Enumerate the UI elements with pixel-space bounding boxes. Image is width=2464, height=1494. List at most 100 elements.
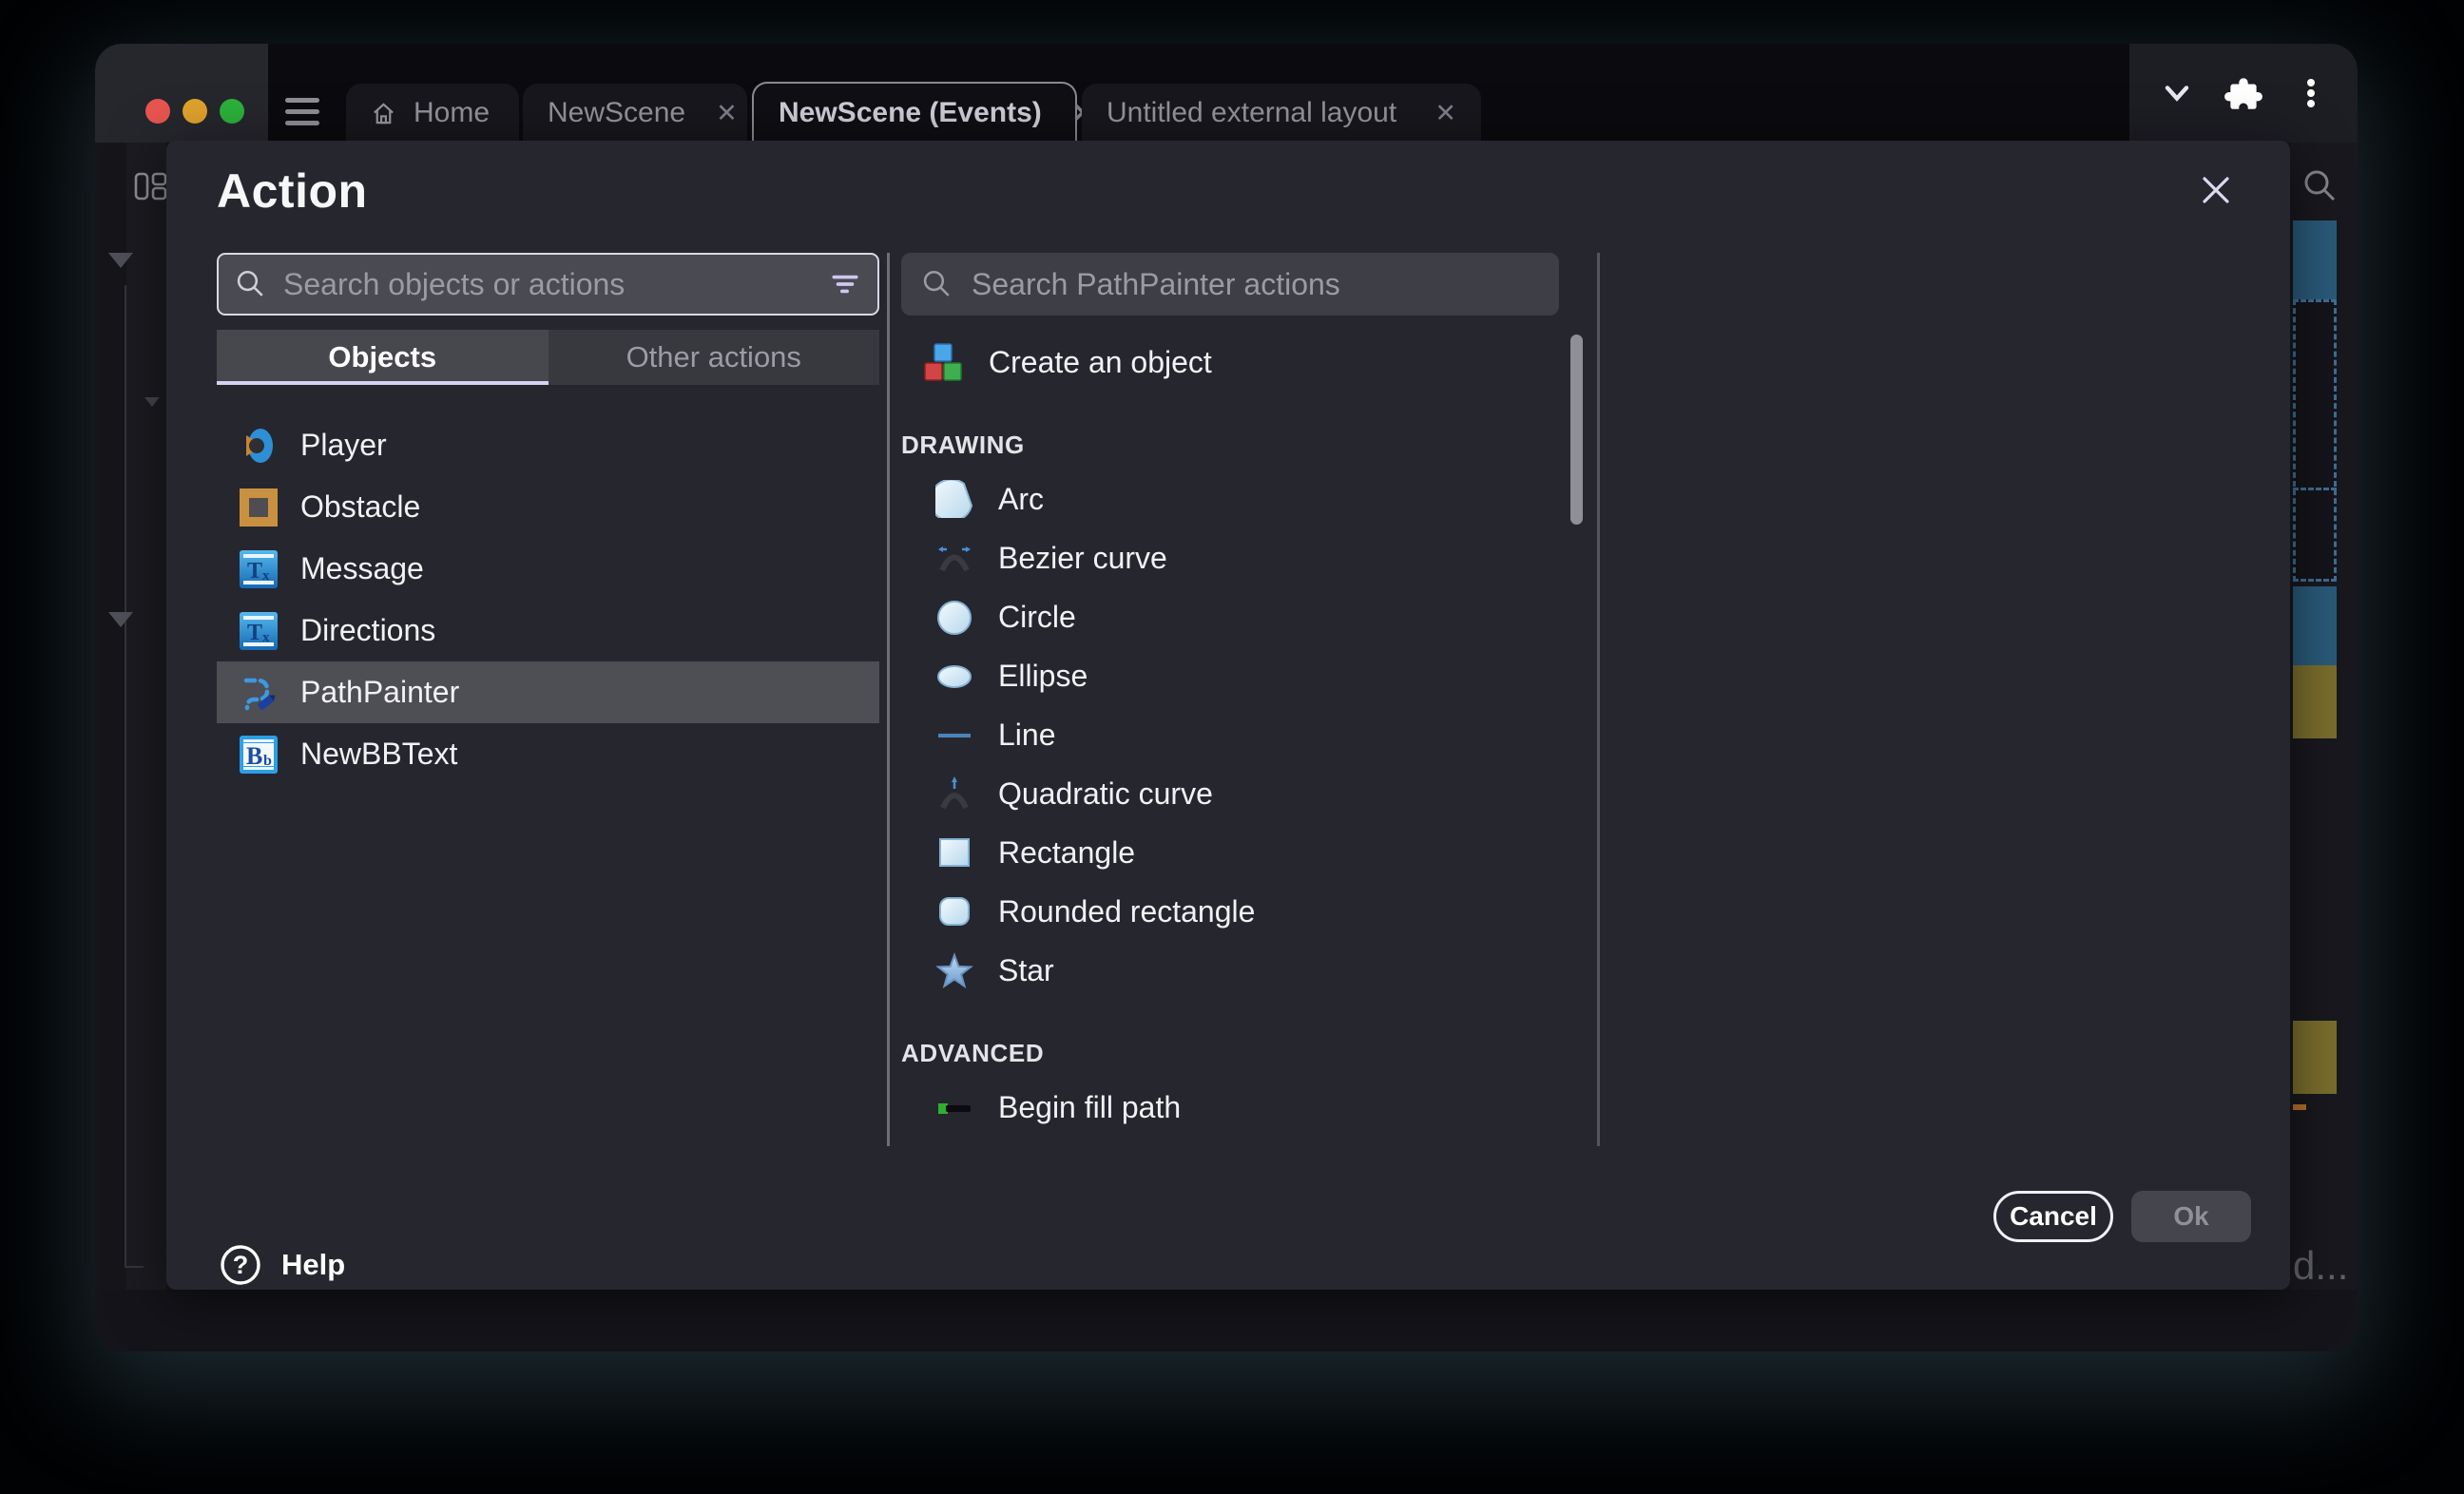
- event-tree-line-tick: [125, 1266, 144, 1268]
- filter-icon[interactable]: [830, 269, 860, 299]
- action-row-quadratic-curve[interactable]: Quadratic curve: [901, 764, 1557, 823]
- object-label: Message: [300, 551, 424, 586]
- zoom-window-button[interactable]: [220, 99, 244, 124]
- object-label: NewBBText: [300, 737, 457, 772]
- svg-text:b: b: [263, 753, 272, 769]
- kebab-menu-icon[interactable]: [2292, 74, 2330, 112]
- text-object-icon: Tx: [240, 550, 278, 588]
- action-row-star[interactable]: Star: [901, 941, 1557, 1000]
- description-divider: [1597, 253, 1600, 1146]
- action-row-begin-fill-path[interactable]: Begin fill path: [901, 1078, 1557, 1137]
- objects-search-input[interactable]: [281, 266, 815, 303]
- object-row-obstacle[interactable]: Obstacle: [217, 476, 879, 538]
- collapse-arrow-icon[interactable]: [108, 253, 133, 268]
- action-row-arc[interactable]: Arc: [901, 469, 1557, 528]
- tab-bar: Home NewScene ✕ NewScene (Events) ✕ Unti…: [95, 44, 2358, 143]
- action-label: Rectangle: [998, 835, 1135, 871]
- circle-shape-icon: [935, 598, 973, 636]
- line-shape-icon: [935, 716, 973, 754]
- help-button[interactable]: ? Help: [219, 1243, 345, 1287]
- tab-newscene[interactable]: NewScene ✕: [523, 84, 747, 143]
- extensions-puzzle-icon[interactable]: [2223, 73, 2263, 113]
- svg-text:B: B: [246, 742, 262, 770]
- action-label: Create an object: [989, 345, 1212, 380]
- actions-scrollbar-thumb[interactable]: [1570, 335, 1583, 525]
- rectangle-shape-icon: [935, 833, 973, 872]
- object-row-message[interactable]: Tx Message: [217, 538, 879, 600]
- action-row-line[interactable]: Line: [901, 705, 1557, 764]
- action-row-bezier-curve[interactable]: Bezier curve: [901, 528, 1557, 587]
- cancel-button[interactable]: Cancel: [1993, 1191, 2113, 1242]
- star-shape-icon: [935, 951, 973, 989]
- bezier-curve-icon: [935, 539, 973, 577]
- action-row-rectangle[interactable]: Rectangle: [901, 823, 1557, 882]
- traffic-lights: [95, 44, 268, 143]
- events-editor-left-gutter: [95, 143, 126, 1290]
- hamburger-menu-icon[interactable]: [285, 98, 319, 126]
- svg-text:?: ?: [233, 1251, 249, 1279]
- tab-label: Untitled external layout: [1107, 97, 1396, 129]
- close-dialog-button[interactable]: [2191, 165, 2241, 215]
- action-label: Ellipse: [998, 659, 1088, 694]
- collapse-arrow-icon[interactable]: [144, 397, 160, 407]
- event-tree-line: [125, 285, 126, 1266]
- tab-newscene-events[interactable]: NewScene (Events) ✕: [752, 82, 1077, 143]
- bbtext-object-icon: Bb: [240, 736, 278, 774]
- action-row-ellipse[interactable]: Ellipse: [901, 646, 1557, 705]
- object-row-pathpainter-selected[interactable]: PathPainter: [217, 661, 879, 723]
- panels-layout-icon[interactable]: [134, 171, 168, 201]
- rounded-rectangle-shape-icon: [935, 892, 973, 930]
- actions-search-input[interactable]: [970, 266, 1542, 303]
- search-icon: [234, 268, 266, 300]
- actions-search-box: [901, 253, 1559, 316]
- close-tab-icon[interactable]: ✕: [1421, 101, 1456, 126]
- object-row-newbbtext[interactable]: Bb NewBBText: [217, 723, 879, 785]
- minimize-window-button[interactable]: [183, 99, 207, 124]
- event-block-teal: [2293, 220, 2337, 299]
- section-header-drawing: DRAWING: [901, 392, 1557, 469]
- obstacle-sprite-icon: [240, 488, 278, 527]
- desktop-background: Home NewScene ✕ NewScene (Events) ✕ Unti…: [0, 0, 2464, 1494]
- background-search-icon[interactable]: [2300, 167, 2339, 205]
- tab-label: Other actions: [626, 340, 801, 374]
- action-label: Quadratic curve: [998, 776, 1213, 812]
- svg-text:x: x: [262, 568, 270, 584]
- begin-fill-path-icon: [935, 1088, 973, 1126]
- svg-text:T: T: [247, 621, 262, 645]
- object-row-player[interactable]: Player: [217, 414, 879, 476]
- action-label: Star: [998, 953, 1054, 988]
- help-label: Help: [281, 1248, 345, 1282]
- object-row-directions[interactable]: Tx Directions: [217, 600, 879, 661]
- tab-untitled-external-layout[interactable]: Untitled external layout ✕: [1082, 84, 1481, 143]
- close-icon: [2198, 172, 2234, 208]
- tab-home[interactable]: Home: [346, 84, 519, 143]
- action-row-rounded-rectangle[interactable]: Rounded rectangle: [901, 882, 1557, 941]
- ok-button-disabled[interactable]: Ok: [2131, 1191, 2251, 1242]
- tab-objects[interactable]: Objects: [217, 330, 549, 385]
- close-tab-icon[interactable]: ✕: [703, 101, 738, 126]
- action-label: Line: [998, 718, 1056, 753]
- ellipse-shape-icon: [935, 657, 973, 695]
- object-label: Directions: [300, 613, 435, 648]
- close-window-button[interactable]: [145, 99, 170, 124]
- action-label: Rounded rectangle: [998, 894, 1255, 929]
- object-label: Obstacle: [300, 489, 420, 525]
- action-row-create-object[interactable]: Create an object: [901, 333, 1557, 392]
- dialog-title: Action: [217, 163, 368, 219]
- action-label: Arc: [998, 482, 1044, 517]
- action-row-circle[interactable]: Circle: [901, 587, 1557, 646]
- tab-label: Objects: [328, 340, 436, 374]
- action-label: Begin fill path: [998, 1090, 1181, 1125]
- occluded-background-text: d...: [2293, 1243, 2348, 1289]
- action-row-clipped[interactable]: [901, 1137, 1557, 1146]
- collapse-arrow-icon[interactable]: [108, 612, 133, 627]
- event-selection-dashed: [2293, 299, 2337, 582]
- action-label: Bezier curve: [998, 541, 1167, 576]
- chevron-down-icon[interactable]: [2158, 74, 2196, 112]
- objects-search-box: [217, 253, 879, 316]
- object-label: Player: [300, 428, 387, 463]
- section-header-advanced: ADVANCED: [901, 1000, 1557, 1078]
- window-toolbar: [2129, 44, 2358, 143]
- objects-list: Player Obstacle Tx Message Tx: [217, 414, 879, 785]
- tab-other-actions[interactable]: Other actions: [549, 330, 880, 385]
